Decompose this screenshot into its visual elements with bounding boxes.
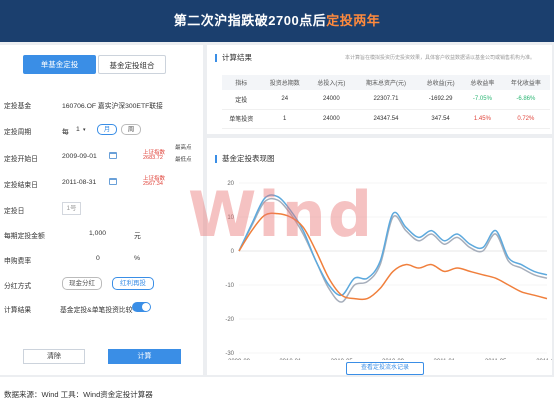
header-cell: 期末总资产(元): [353, 75, 419, 90]
cycle-prefix: 每: [62, 129, 69, 136]
compare-toggle[interactable]: [132, 302, 151, 312]
amount-input[interactable]: 1,000: [89, 230, 106, 237]
invest-day-select[interactable]: 1号: [62, 202, 81, 215]
fund-label: 定投基金: [4, 103, 32, 110]
table-cell: 24: [260, 90, 309, 110]
table-cell: 定投: [222, 90, 261, 110]
cycle-label: 定投周期: [4, 129, 32, 136]
header-cell: 年化收益率: [501, 75, 550, 90]
table-cell: -7.05%: [463, 90, 502, 110]
x-tick-label: 2010-05: [331, 359, 354, 360]
compare-label: 计算结果: [4, 307, 32, 314]
source-note: 数据来源：Wind 工具：Wind资金定投计算器: [4, 390, 153, 399]
table-cell: 1.45%: [463, 109, 502, 129]
view-records-button[interactable]: 查看定投流水记录: [346, 362, 424, 375]
x-tick-label: 2009-09: [228, 359, 251, 360]
results-panel: 计算结果 本计算旨在模拟投资历史投资效果，具体客户收益数据请以基金公司或销售机构…: [207, 45, 552, 134]
end-date-row: 定投结束日 2011-08-31 上证指数 2567.34: [0, 176, 203, 192]
fee-label: 申购费率: [4, 258, 32, 265]
table-cell: 1: [260, 109, 309, 129]
x-tick-label: 2011-09: [536, 359, 552, 360]
cycle-month-option[interactable]: 月: [97, 124, 117, 135]
tab-single-fund[interactable]: 单基金定投: [23, 55, 96, 74]
table-cell: 24000: [308, 109, 354, 129]
dividend-row: 分红方式 现金分红 红利再投: [0, 277, 203, 293]
watermark-logo: Wind: [188, 178, 375, 251]
fee-row: 申购费率 0 %: [0, 252, 203, 268]
compare-text: 基金定投&单笔投资比较: [60, 307, 133, 314]
table-cell: 24347.54: [353, 109, 419, 129]
x-tick-label: 2010-01: [279, 359, 302, 360]
tab-fund-portfolio[interactable]: 基金定投组合: [98, 55, 166, 74]
banner-title: 第二次沪指跌破2700点后定投两年: [0, 0, 554, 42]
chart-panel: 基金定投表现图 20100-10-20-302009-092010-012010…: [207, 138, 552, 375]
results-note: 本计算旨在模拟投资历史投资效果，具体客户收益数据请以基金公司或销售机构为准。: [345, 55, 536, 61]
x-tick-label: 2011-01: [434, 359, 456, 360]
end-date-label: 定投结束日: [4, 182, 38, 189]
header-cell: 总投入(元): [308, 75, 354, 90]
invest-day-row: 定投日 1号: [0, 202, 203, 218]
end-date-input[interactable]: 2011-08-31: [62, 179, 96, 186]
table-cell: -6.86%: [501, 90, 550, 110]
dividend-reinvest-option[interactable]: 红利再投: [112, 277, 154, 290]
y-tick-label: -30: [225, 351, 234, 357]
fund-select[interactable]: 160706.OF 嘉实沪深300ETF联接: [62, 100, 163, 110]
top-banner: 第二次沪指跌破2700点后定投两年: [0, 0, 554, 42]
table-cell: 22307.71: [353, 90, 419, 110]
fee-input[interactable]: 0: [96, 255, 100, 262]
table-cell: 单笔投资: [222, 109, 261, 129]
table-header-row: 指标 投资总期数 总投入(元) 期末总资产(元) 总收益(元) 总收益率 年化收…: [222, 75, 550, 90]
calculate-button[interactable]: 计算: [108, 349, 181, 364]
dividend-label: 分红方式: [4, 283, 32, 290]
end-index-value: 2567.34: [143, 181, 163, 187]
clear-button[interactable]: 清除: [23, 349, 85, 364]
cycle-row: 定投周期 每 1 ▾ 月 周: [0, 123, 203, 139]
cycle-number-select[interactable]: 1: [76, 126, 80, 133]
results-table: 指标 投资总期数 总投入(元) 期末总资产(元) 总收益(元) 总收益率 年化收…: [222, 75, 550, 129]
start-date-input[interactable]: 2009-09-01: [62, 153, 97, 160]
amount-row: 每期定投金额 1,000 元: [0, 227, 203, 243]
compare-row: 计算结果 基金定投&单笔投资比较: [0, 301, 203, 317]
calendar-icon[interactable]: [109, 178, 117, 185]
amount-unit: 元: [134, 233, 141, 240]
table-cell: 24000: [308, 90, 354, 110]
table-row: 单笔投资 1 24000 24347.54 347.54 1.45% 0.72%: [222, 109, 550, 129]
table-cell: 347.54: [418, 109, 464, 129]
calendar-icon[interactable]: [109, 152, 117, 159]
cycle-week-option[interactable]: 周: [121, 124, 141, 135]
x-tick-label: 2010-09: [382, 359, 405, 360]
header-cell: 指标: [222, 75, 261, 90]
start-date-row: 定投开始日 2009-09-01 上证指数 2683.72 最高点 最低点: [0, 145, 203, 166]
table-cell: -1692.29: [418, 90, 464, 110]
y-tick-label: -10: [225, 283, 234, 289]
low-point-label: 最低点: [175, 157, 192, 163]
fund-row: 定投基金 160706.OF 嘉实沪深300ETF联接: [0, 97, 203, 113]
results-title: 计算结果: [215, 54, 252, 62]
start-date-label: 定投开始日: [4, 156, 38, 163]
table-row: 定投 24 24000 22307.71 -1692.29 -7.05% -6.…: [222, 90, 550, 110]
chevron-down-icon[interactable]: ▾: [83, 127, 86, 133]
start-index-value: 2683.72: [143, 155, 163, 161]
header-cell: 总收益率: [463, 75, 502, 90]
x-tick-label: 2011-05: [485, 359, 507, 360]
amount-label: 每期定投金额: [4, 233, 45, 240]
high-point-label: 最高点: [175, 145, 192, 151]
header-cell: 投资总期数: [260, 75, 309, 90]
dividend-cash-option[interactable]: 现金分红: [62, 277, 102, 290]
invest-day-label: 定投日: [4, 208, 25, 215]
toggle-knob: [142, 303, 150, 311]
banner-title-highlight: 定投两年: [326, 13, 381, 28]
y-tick-label: -20: [225, 317, 234, 323]
fee-unit: %: [134, 255, 141, 262]
table-cell: 0.72%: [501, 109, 550, 129]
banner-title-main: 第二次沪指跌破2700点后: [173, 13, 327, 28]
form-panel: 单基金定投 基金定投组合 定投基金 160706.OF 嘉实沪深300ETF联接…: [0, 45, 203, 375]
header-cell: 总收益(元): [418, 75, 464, 90]
